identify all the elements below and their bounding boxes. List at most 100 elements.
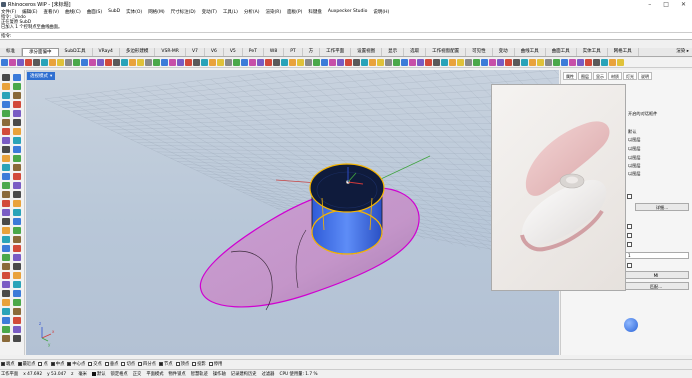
property-row[interactable]: 以图层 [628,154,690,161]
toolbar-command-icon[interactable] [393,59,400,66]
toolbar-command-icon[interactable] [401,59,408,66]
left-tool-icon[interactable] [13,308,21,315]
toolbar-command-icon[interactable] [537,59,544,66]
menu-file[interactable]: 文件(F) [1,9,16,15]
property-row[interactable]: 以图层 [628,136,690,143]
toolbar-command-icon[interactable] [153,59,160,66]
toolbar-command-icon[interactable] [473,59,480,66]
toolbar-command-icon[interactable] [297,59,304,66]
left-tool-icon[interactable] [2,191,10,198]
toolbar-command-icon[interactable] [433,59,440,66]
left-tool-icon[interactable] [13,119,21,126]
left-tool-icon[interactable] [2,74,10,81]
tab-surface-tools[interactable]: 曲面工具 [546,48,577,56]
left-tool-icon[interactable] [2,146,10,153]
left-tool-icon[interactable] [2,308,10,315]
left-tool-icon[interactable] [13,155,21,162]
menu-help[interactable]: 说明(H) [373,9,389,15]
status-osnap[interactable]: 物件锁点 [169,371,186,377]
tab-viewport-layout[interactable]: 工作视窗配置 [426,48,467,56]
property-row[interactable]: 以图层 [628,162,690,169]
tab-v7[interactable]: V7 [186,48,205,56]
left-tool-icon[interactable] [13,173,21,180]
left-tool-icon[interactable] [13,146,21,153]
left-tool-icon[interactable] [13,326,21,333]
toolbar-command-icon[interactable] [257,59,264,66]
left-tool-icon[interactable] [13,164,21,171]
left-tool-icon[interactable] [13,74,21,81]
left-tool-icon[interactable] [2,263,10,270]
left-tool-icon[interactable] [2,137,10,144]
panel-tab-materials[interactable]: 材质 [608,72,622,80]
toolbar-command-icon[interactable] [289,59,296,66]
status-units[interactable]: 毫米 [78,371,87,377]
left-tool-icon[interactable] [13,209,21,216]
osnap-option[interactable]: 节点 [158,361,173,367]
left-tool-icon[interactable] [2,317,10,324]
property-checkbox[interactable] [627,224,632,229]
toolbar-command-icon[interactable] [481,59,488,66]
toolbar-command-icon[interactable] [321,59,328,66]
tab-subd-tools[interactable]: SubD工具 [59,48,93,56]
left-tool-icon[interactable] [13,290,21,297]
left-tool-icon[interactable] [13,191,21,198]
toolbar-command-icon[interactable] [457,59,464,66]
menu-tools[interactable]: 工具(L) [223,9,238,15]
toolbar-command-icon[interactable] [57,59,64,66]
osnap-option[interactable]: 垂点 [104,361,118,367]
left-tool-icon[interactable] [2,335,10,342]
menu-surface[interactable]: 曲面(S) [87,9,102,15]
menu-curve[interactable]: 曲线(C) [65,9,81,15]
property-checkbox[interactable] [627,233,632,238]
toolbar-command-icon[interactable] [217,59,224,66]
status-smarttrack[interactable]: 智慧轨迹 [191,371,208,377]
toolbar-command-icon[interactable] [121,59,128,66]
toolbar-command-icon[interactable] [577,59,584,66]
osnap-checkbox[interactable] [104,362,109,366]
left-tool-icon[interactable] [13,254,21,261]
toolbar-command-icon[interactable] [529,59,536,66]
tab-vsr[interactable]: VSR-MR [155,48,186,56]
maximize-button[interactable]: □ [663,1,669,8]
toolbar-command-icon[interactable] [281,59,288,66]
tab-curve-tools[interactable]: 曲线工具 [515,48,546,56]
panel-tab-properties[interactable]: 属性 [563,72,577,80]
tab-visibility[interactable]: 可见性 [466,48,493,56]
panel-tab-layers[interactable]: 图层 [578,72,592,80]
toolbar-command-icon[interactable] [489,59,496,66]
panel-tab-lights[interactable]: 灯光 [623,72,637,80]
osnap-option[interactable]: 四分点 [138,361,156,367]
menu-dimension[interactable]: 尺寸标注(D) [171,9,196,15]
menu-analyze[interactable]: 分析(A) [244,9,260,15]
left-tool-icon[interactable] [2,92,10,99]
toolbar-command-icon[interactable] [185,59,192,66]
match-button[interactable]: 匹配... [623,282,689,290]
toolbar-command-icon[interactable] [1,59,8,66]
tab-vray[interactable]: VRay4 [93,48,120,56]
toolbar-command-icon[interactable] [97,59,104,66]
status-layer[interactable]: 默认 [91,371,106,377]
osnap-option[interactable]: 中心点 [67,361,85,367]
left-tool-icon[interactable] [13,83,21,90]
perspective-viewport[interactable]: 透视模式 ▾ z x y [26,70,559,355]
left-tool-icon[interactable] [2,164,10,171]
panel-tab-display[interactable]: 显示 [593,72,607,80]
toolbar-command-icon[interactable] [409,59,416,66]
left-tool-icon[interactable] [2,173,10,180]
toolbar-command-icon[interactable] [337,59,344,66]
tab-active[interactable]: 承分面偏中 [22,48,59,56]
toolbar-command-icon[interactable] [225,59,232,66]
tab-overflow-button[interactable]: 渲染 ▸ [673,48,692,56]
osnap-checkbox[interactable] [50,362,55,366]
value-field[interactable]: 1 [625,252,689,259]
property-checkbox[interactable] [627,242,632,247]
osnap-option[interactable]: 中点 [50,361,64,367]
toolbar-command-icon[interactable] [521,59,528,66]
toolbar-command-icon[interactable] [241,59,248,66]
osnap-option[interactable]: 最近点 [17,361,35,367]
left-tool-icon[interactable] [2,182,10,189]
tab-set-view[interactable]: 设置视图 [351,48,383,56]
osnap-checkbox[interactable] [67,362,72,366]
osnap-option[interactable]: 端点 [1,361,15,367]
menu-solid[interactable]: 实体(O) [126,9,142,15]
